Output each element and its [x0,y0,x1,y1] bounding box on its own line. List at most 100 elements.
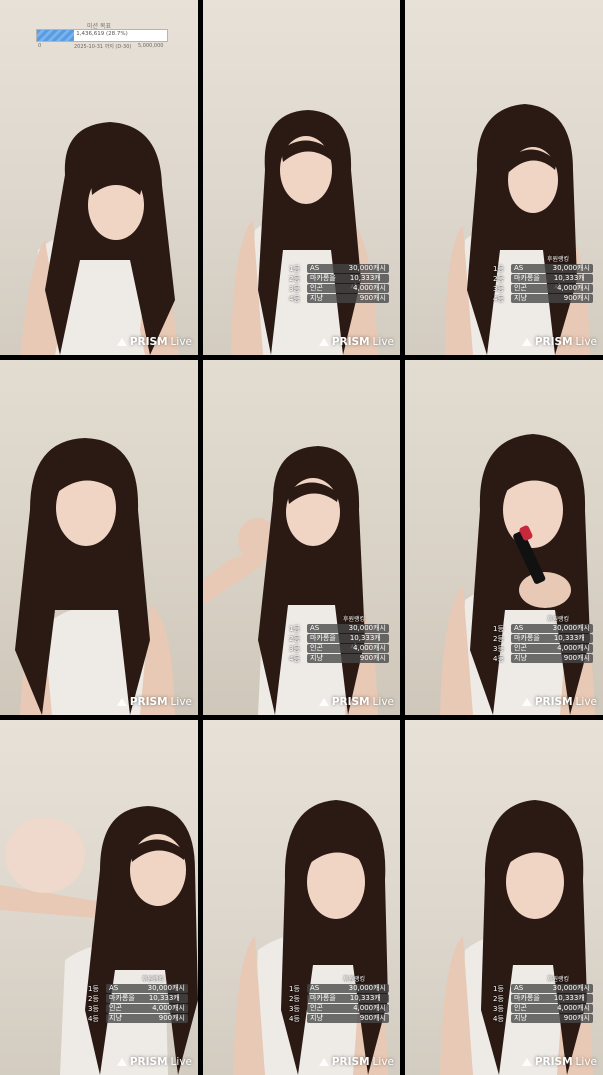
donor-name: AS [514,984,524,992]
donor-amount: 900캐시 [563,654,590,662]
prism-live-watermark: PRISM Live [318,1056,394,1068]
donor-name: 마카롱을 나... [310,274,336,291]
prism-logo-icon [318,698,329,706]
ranking-row: 4등 지냥 900캐시 [289,654,389,664]
rank-number: 1등 [289,625,300,633]
ranking-row: 3등 인곤 4,000캐시 [493,1004,593,1014]
donor-name: 마카롱을 나... [514,994,540,1011]
watermark-brand: PRISM [331,1056,370,1068]
donor-name: AS [514,264,524,272]
rank-number: 4등 [289,655,300,663]
ranking-row: 4등 지냥 900캐시 [88,1014,188,1024]
donor-name: 인곤 [310,644,323,652]
rank-number: 2등 [493,635,504,643]
donor-name: 지냥 [109,1014,122,1022]
rank-number: 1등 [88,985,99,993]
watermark-brand: PRISM [534,1056,573,1068]
rank-number: 4등 [289,295,300,303]
watermark-brand: PRISM [129,1056,168,1068]
video-frame-5: 후원랭킹 1등 AS 30,000캐시 2등 마카롱을 나... 10,333캐시 3등… [203,360,400,715]
ranking-row: 4등 지냥 900캐시 [289,294,389,304]
ranking-row: 2등 마카롱을 나... 10,333캐시 [289,994,389,1011]
donor-amount: 10,333캐시 [349,274,381,291]
video-frame-4: PRISM Live [0,360,198,715]
rank-number: 1등 [493,985,504,993]
donor-amount: 30,000캐시 [348,624,386,632]
prism-logo-icon [521,338,532,346]
prism-logo-icon [116,1058,127,1066]
ranking-row: 1등 AS 30,000캐시 [289,984,389,994]
prism-live-watermark: PRISM Live [116,696,192,708]
donor-name: 지냥 [310,294,323,302]
mission-goal-widget: 미션 목표 1,436,619 (28.7%) 0 2025-10-31 까지 … [0,0,198,60]
watermark-suffix: Live [372,336,394,348]
donor-amount: 30,000캐시 [348,264,386,272]
rank-number: 1등 [289,265,300,273]
donor-amount: 900캐시 [359,294,386,302]
ranking-title: 후원랭킹 [546,976,570,983]
ranking-row: 3등 인곤 4,000캐시 [88,1004,188,1014]
donor-name: 마카롱을 나... [310,994,336,1011]
donor-name: AS [514,624,524,632]
goal-progress-text: 1,436,619 (28.7%) [76,31,128,37]
rank-number: 3등 [88,1005,99,1013]
prism-logo-icon [521,698,532,706]
goal-progress-bar: 1,436,619 (28.7%) [36,29,168,42]
ranking-row: 1등 AS 30,000캐시 [88,984,188,994]
donor-amount: 10,333캐시 [553,274,585,291]
ranking-row: 3등 인곤 4,000캐시 [289,644,389,654]
rank-number: 1등 [493,625,504,633]
donation-ranking: 후원랭킹 1등 AS 30,000캐시 2등 마카롱을 나... 10,333캐시 3등… [493,615,593,664]
rank-number: 2등 [88,995,99,1003]
rank-number: 3등 [289,645,300,653]
prism-live-watermark: PRISM Live [521,696,597,708]
ranking-title: 후원랭킹 [342,616,366,623]
rank-number: 3등 [493,285,504,293]
watermark-suffix: Live [372,696,394,708]
rank-number: 3등 [493,1005,504,1013]
rank-number: 1등 [493,265,504,273]
donor-amount: 900캐시 [563,1014,590,1022]
donor-name: 인곤 [514,1004,527,1012]
rank-number: 4등 [493,295,504,303]
video-frame-6: 후원랭킹 1등 AS 30,000캐시 2등 마카롱을 나... 10,333캐시 3등… [405,360,603,715]
donation-ranking: 후원랭킹 1등 AS 30,000캐시 2등 마카롱을 나... 10,333캐시 3등… [289,615,389,664]
donor-name: 마카롱을 나... [514,274,540,291]
rank-number: 3등 [289,1005,300,1013]
streamer-figure [15,438,175,715]
donor-name: 지냥 [514,1014,527,1022]
ranking-row: 2등 마카롱을 나... 10,333캐시 [289,634,389,651]
donor-amount: 4,000캐시 [353,1004,386,1012]
donor-name: AS [310,984,320,992]
rank-number: 3등 [289,285,300,293]
rank-number: 3등 [493,645,504,653]
rank-number: 2등 [289,275,300,283]
prism-live-watermark: PRISM Live [521,336,597,348]
donor-name: 지냥 [514,654,527,662]
donor-amount: 900캐시 [359,654,386,662]
video-frame-2: 1등 AS 30,000캐시 2등 마카롱을 나... 10,333캐시 3등 인곤 4,0… [203,0,400,355]
watermark-brand: PRISM [129,696,168,708]
watermark-brand: PRISM [331,336,370,348]
ranking-row: 2등 마카롱을 나... 10,333캐시 [289,274,389,291]
donor-amount: 10,333캐시 [553,634,585,651]
donor-amount: 4,000캐시 [152,1004,185,1012]
watermark-suffix: Live [170,696,192,708]
donor-amount: 4,000캐시 [557,1004,590,1012]
ranking-row: 3등 인곤 4,000캐시 [289,284,389,294]
ranking-row: 2등 마카롱을 나... 10,333캐시 [493,274,593,291]
prism-logo-icon [521,1058,532,1066]
video-frame-7: 후원랭킹 1등 AS 30,000캐시 2등 마카롱을 나... 10,333캐시 3등… [0,720,198,1075]
donor-name: 마카롱을 나... [514,634,540,651]
ranking-row: 3등 인곤 4,000캐시 [493,644,593,654]
rank-number: 2등 [289,635,300,643]
ranking-row: 3등 인곤 4,000캐시 [493,284,593,294]
prism-logo-icon [318,1058,329,1066]
donation-ranking: 후원랭킹 1등 AS 30,000캐시 2등 마카롱을 나... 10,333캐시 3등… [289,975,389,1024]
rank-number: 4등 [88,1015,99,1023]
ranking-title: 후원랭킹 [546,616,570,623]
donor-amount: 30,000캐시 [147,984,185,992]
rank-number: 4등 [493,655,504,663]
donor-name: AS [310,264,320,272]
video-frame-3: 후원랭킹 1등 AS 30,000캐시 2등 마카롱을 나... 10,333캐시 3등… [405,0,603,355]
